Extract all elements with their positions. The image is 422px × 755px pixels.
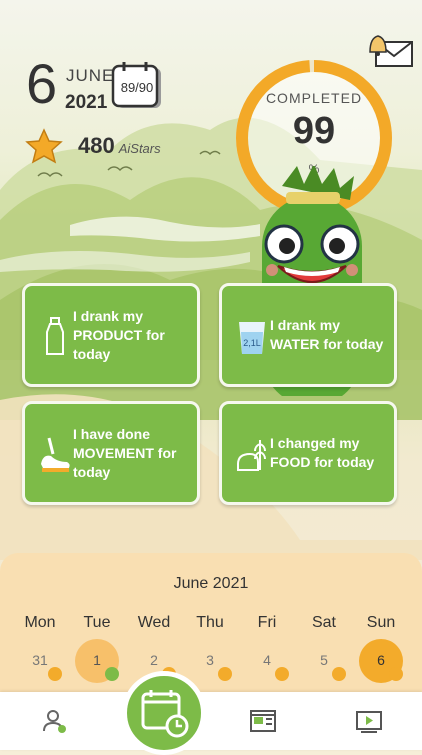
video-icon [356,711,382,733]
running-shoe-icon [41,437,70,472]
food-card[interactable]: I changed my FOOD for today [219,401,397,505]
bread-wheat-icon [237,440,266,471]
weekday-label: Sat [311,614,336,631]
day-counter: 89/90 [120,80,154,95]
stars-score: 480 AiStars [24,128,161,164]
date-day: 6 [26,52,58,115]
calendar-day[interactable]: 3 [190,652,230,668]
calendar-day[interactable]: 31 [20,652,60,668]
calendar-clock-icon [141,690,189,738]
water-card-label: I drank my WATER for today [270,317,384,352]
weekday-label: Thu [196,614,224,631]
stars-count: 480 [78,133,115,158]
date-month: JUNE [66,66,115,85]
weekday-label: Tue [83,614,111,631]
star-icon [25,128,63,164]
water-card[interactable]: 2,1L I drank my WATER for today [219,283,397,387]
calendar-day[interactable]: 6 [361,652,401,668]
day-status-dot [218,667,232,681]
nav-calendar-button[interactable] [122,671,206,755]
day-status-dot [105,667,119,681]
day-status-dot [332,667,346,681]
completion-label: COMPLETED [265,90,363,106]
movement-card[interactable]: I have done MOVEMENT for today [22,401,200,505]
weekday-label: Mon [24,614,56,631]
day-status-dot [48,667,62,681]
weekday-label: Sun [366,614,396,631]
calendar-day[interactable]: 5 [304,652,344,668]
news-icon [250,710,276,732]
day-status-dot [275,667,289,681]
calendar-day[interactable]: 2 [134,652,174,668]
calendar-month-title: June 2021 [173,575,249,592]
completion-value: 99 [292,110,336,152]
bottle-icon [46,317,64,355]
date-year: 2021 [65,92,108,113]
product-card-label: I drank my PRODUCT for today [73,307,165,362]
svg-text:2,1L: 2,1L [243,338,261,348]
water-glass-icon: 2,1L [239,322,265,354]
day-status-dot [389,667,403,681]
profile-icon [43,710,66,733]
nav-profile-button[interactable] [38,704,72,738]
week-calendar: June 2021 Mon Tue Wed Thu Fri Sat Sun 31 1 2 3 4 5 6 [0,553,422,703]
food-card-label: I changed my FOOD for today [270,435,375,470]
nav-video-button[interactable] [352,704,386,738]
weekday-label: Fri [257,614,277,631]
movement-card-label: I have done MOVEMENT for today [73,425,177,480]
calendar-day[interactable]: 4 [247,652,287,668]
stars-unit: AiStars [118,140,161,156]
day-counter-calendar: 89/90 [111,62,163,110]
calendar-day[interactable]: 1 [77,652,117,668]
nav-news-button[interactable] [246,704,280,738]
weekday-label: Wed [137,614,171,631]
bottom-navigation [0,692,422,750]
product-card[interactable]: I drank my PRODUCT for today [22,283,200,387]
